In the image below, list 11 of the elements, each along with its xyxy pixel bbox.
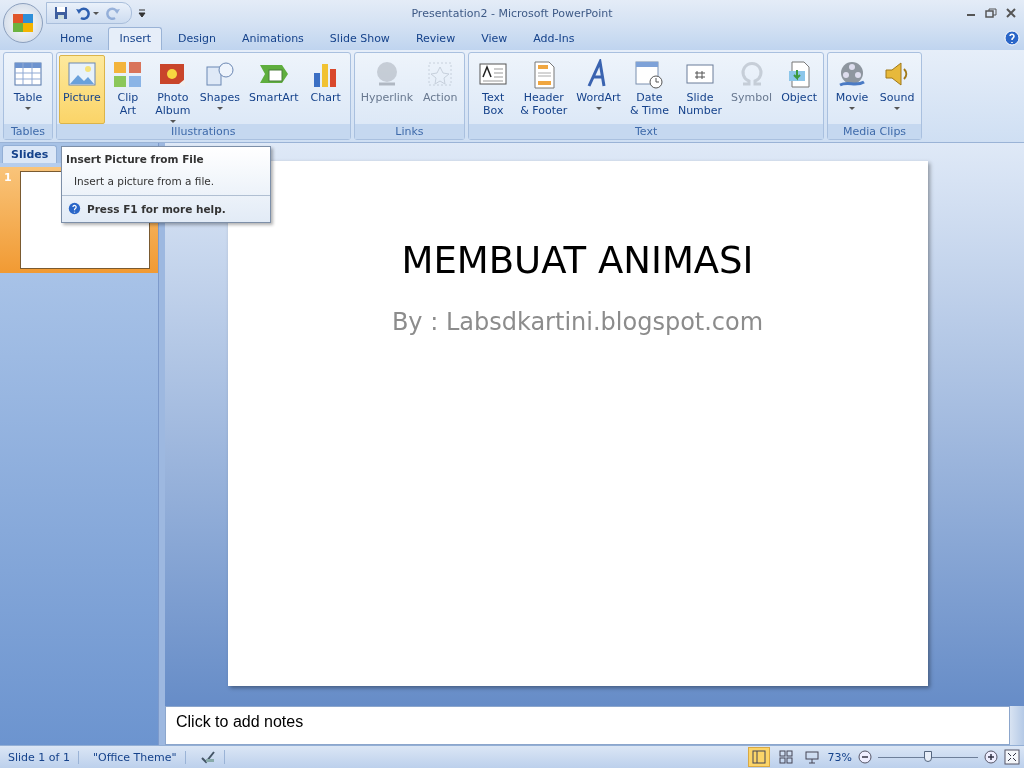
group-label: Illustrations xyxy=(57,124,350,139)
group-label: Text xyxy=(469,124,824,139)
slide-number: 1 xyxy=(4,171,13,186)
tooltip-text: Insert a picture from a file. xyxy=(62,169,270,196)
slide-count: Slide 1 of 1 xyxy=(0,750,79,764)
tooltip-title: Insert Picture from File xyxy=(65,152,205,167)
group-label: Media Clips xyxy=(828,124,922,139)
tooltip-help-text: Press F1 for more help. xyxy=(87,202,226,215)
group-label: Tables xyxy=(4,124,52,139)
group-label: Links xyxy=(354,124,465,139)
window-title: Presentation2 - Microsoft PowerPoint xyxy=(410,6,614,20)
